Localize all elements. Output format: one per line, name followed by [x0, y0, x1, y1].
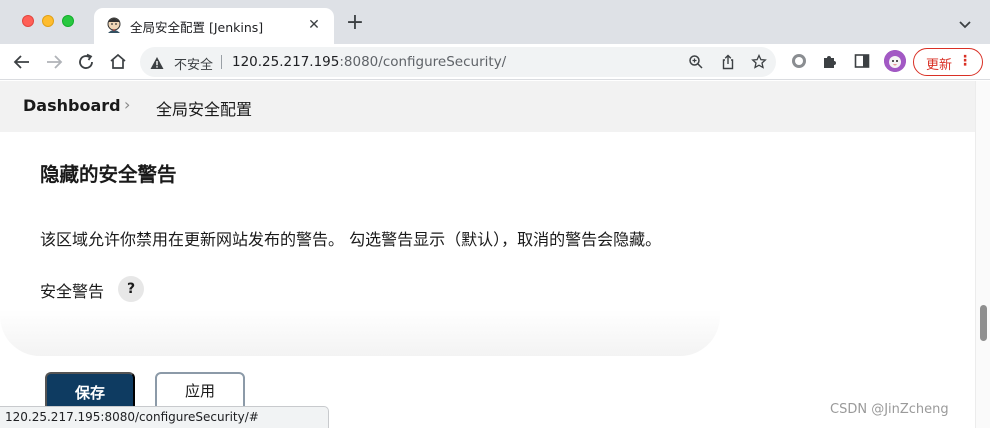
- tab-search-chevron-icon[interactable]: [958, 16, 972, 30]
- address-divider: [221, 55, 222, 69]
- bottom-bar-shadow: [0, 310, 720, 356]
- new-tab-button[interactable]: +: [344, 12, 366, 34]
- bookmark-star-icon[interactable]: [751, 53, 767, 70]
- breadcrumb-separator-icon: ›: [124, 95, 131, 114]
- help-icon[interactable]: ?: [118, 276, 144, 302]
- profile-avatar[interactable]: [884, 50, 906, 72]
- extensions-puzzle-icon[interactable]: [821, 52, 839, 70]
- url-text[interactable]: 120.25.217.195:8080/configureSecurity/: [232, 54, 506, 70]
- scrollbar-thumb[interactable]: [980, 305, 987, 341]
- insecure-label[interactable]: 不安全: [174, 54, 213, 73]
- side-panel-icon[interactable]: [853, 52, 871, 70]
- back-arrow-icon[interactable]: [10, 50, 34, 74]
- tab-active[interactable]: 全局安全配置 [Jenkins] ✕: [94, 8, 334, 44]
- zoom-icon[interactable]: [688, 54, 704, 70]
- forward-arrow-icon[interactable]: [42, 50, 66, 74]
- watermark: CSDN @JinZcheng: [830, 402, 949, 417]
- breadcrumb: Dashboard › 全局安全配置: [0, 81, 975, 132]
- maximize-window-button[interactable]: [62, 15, 74, 27]
- tab-strip: 全局安全配置 [Jenkins] ✕ +: [0, 0, 990, 44]
- more-menu-icon: ⋮: [958, 53, 972, 69]
- breadcrumb-current[interactable]: 全局安全配置: [156, 96, 252, 120]
- breadcrumb-dashboard-link[interactable]: Dashboard: [23, 96, 121, 115]
- jenkins-favicon-icon: [106, 17, 122, 34]
- status-url-bubble: 120.25.217.195:8080/configureSecurity/#: [0, 406, 329, 428]
- extension-circle-icon[interactable]: [790, 52, 808, 70]
- share-icon[interactable]: [720, 54, 736, 70]
- update-button[interactable]: 更新 ⋮: [913, 48, 983, 76]
- address-bar[interactable]: 不安全 120.25.217.195:8080/configureSecurit…: [140, 47, 776, 77]
- section-title: 隐藏的安全警告: [40, 163, 177, 186]
- minimize-window-button[interactable]: [42, 15, 54, 27]
- reload-icon[interactable]: [74, 50, 98, 74]
- home-icon[interactable]: [106, 50, 130, 74]
- page-scrollbar[interactable]: [975, 81, 990, 428]
- section-description: 该区域允许你禁用在更新网站发布的警告。 勾选警告显示（默认），取消的警告会隐藏。: [40, 230, 662, 249]
- close-window-button[interactable]: [22, 15, 34, 27]
- tab-title: 全局安全配置 [Jenkins]: [130, 20, 264, 35]
- browser-toolbar: 不安全 120.25.217.195:8080/configureSecurit…: [0, 44, 990, 80]
- warning-triangle-icon[interactable]: [150, 55, 164, 69]
- security-warnings-label: 安全警告: [40, 282, 105, 301]
- update-button-label: 更新: [926, 58, 953, 73]
- tab-close-icon[interactable]: ✕: [304, 15, 324, 35]
